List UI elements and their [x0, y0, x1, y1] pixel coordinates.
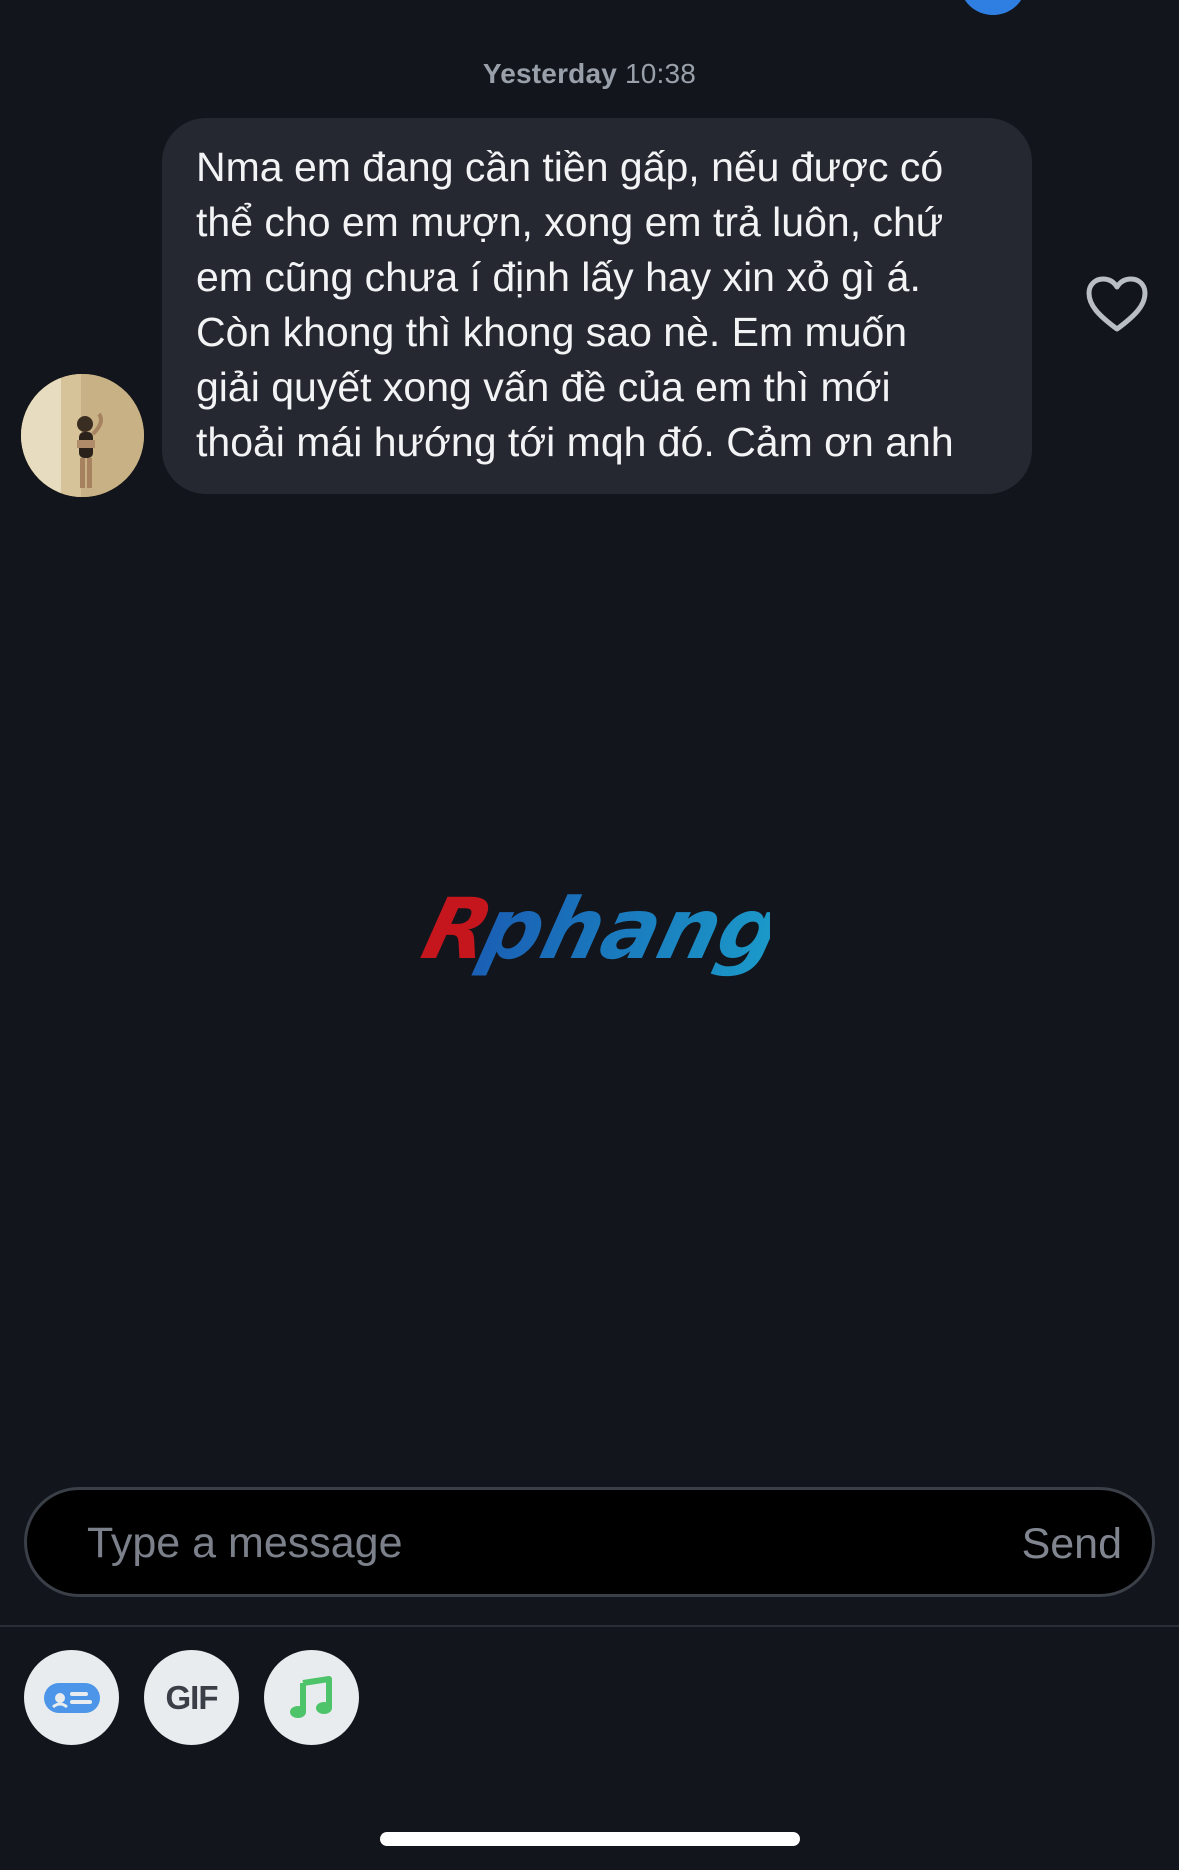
card-button[interactable] [24, 1650, 119, 1745]
message-line: Nma em đang cần tiền gấp, nếu được có [196, 144, 944, 190]
sender-avatar[interactable] [21, 374, 144, 497]
toolbar-divider [0, 1625, 1179, 1627]
avatar-photo [21, 374, 144, 497]
message-composer: Send [24, 1487, 1155, 1597]
message-line: thoải mái hướng tới mqh đó. Cảm ơn anh [196, 419, 954, 465]
message-bubble[interactable]: Nma em đang cần tiền gấp, nếu được có th… [162, 118, 1032, 494]
message-timestamp: Yesterday 10:38 [0, 58, 1179, 90]
like-button[interactable] [1086, 276, 1148, 334]
message-line: giải quyết xong vấn đề của em thì mới [196, 364, 891, 410]
message-line: em cũng chưa í định lấy hay xin xỏ gì á. [196, 254, 921, 300]
music-note-icon [289, 1675, 332, 1718]
message-input[interactable] [85, 1508, 949, 1578]
music-button[interactable] [264, 1650, 359, 1745]
card-icon [43, 1682, 100, 1713]
message-row: Nma em đang cần tiền gấp, nếu được có th… [0, 118, 1179, 498]
gif-button[interactable]: GIF [144, 1650, 239, 1745]
watermark-logo: R phang [410, 880, 792, 990]
heart-icon [1086, 276, 1148, 332]
timestamp-time: 10:38 [625, 58, 697, 89]
gif-label: GIF [165, 1678, 219, 1716]
home-indicator[interactable] [380, 1832, 800, 1846]
svg-text:phang: phang [470, 881, 770, 978]
message-line: Còn khong thì khong sao nè. Em muốn [196, 309, 908, 355]
send-button[interactable]: Send [1022, 1520, 1122, 1569]
timestamp-day: Yesterday [482, 58, 618, 89]
message-line: thể cho em mượn, xong em trả luôn, chứ [196, 199, 944, 245]
watermark-logo-art: R phang [413, 881, 792, 978]
other-avatar-peek[interactable] [960, 0, 1026, 15]
